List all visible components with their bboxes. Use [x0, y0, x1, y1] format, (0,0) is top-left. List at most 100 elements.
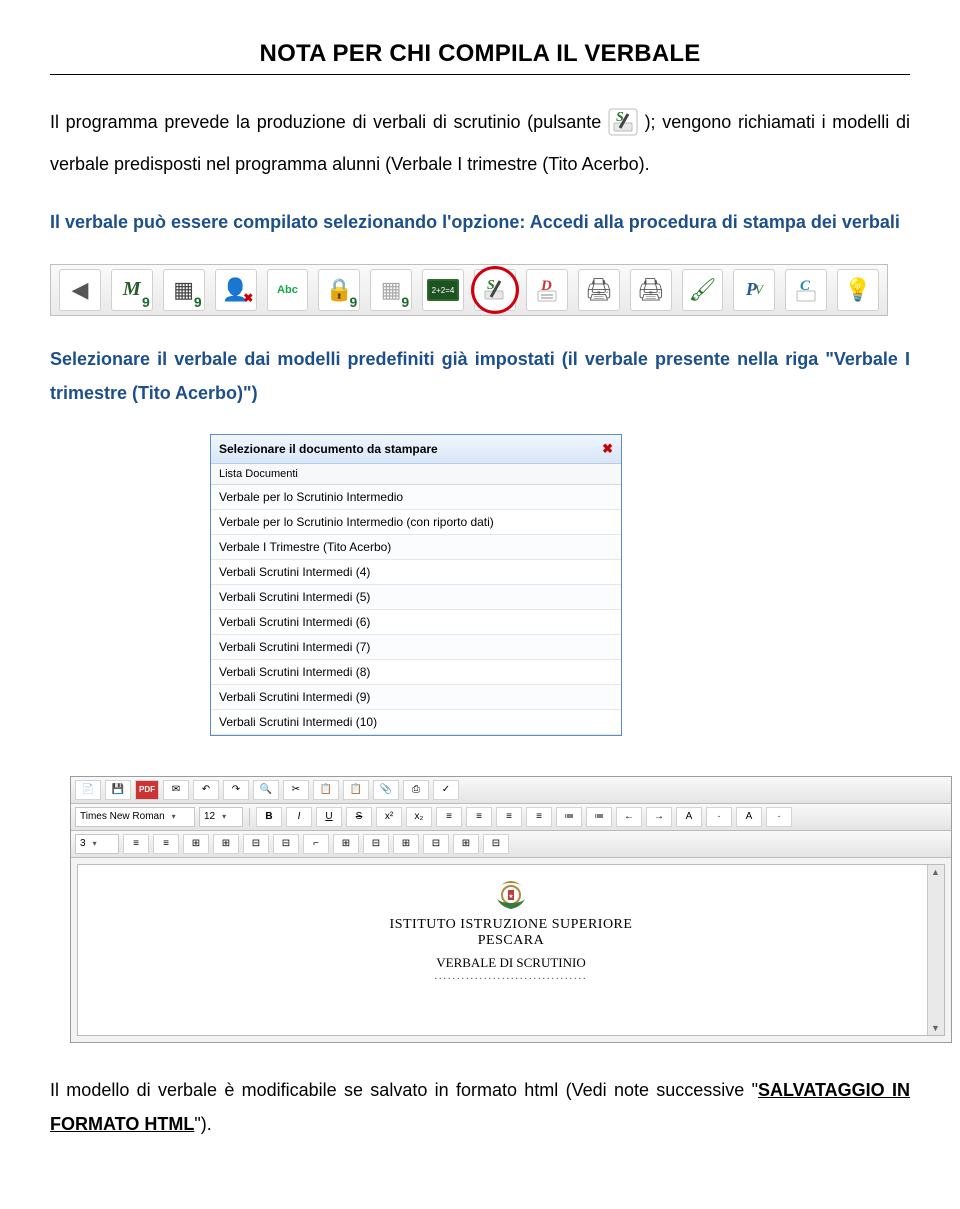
rte-button[interactable]: ⎙ — [403, 780, 429, 800]
rte-button[interactable]: ≔ — [586, 807, 612, 827]
rte-button[interactable]: 📋 — [313, 780, 339, 800]
print-icon[interactable]: 🖨 — [578, 269, 620, 311]
document-list-row[interactable]: Verbali Scrutini Intermedi (8) — [211, 660, 621, 685]
rte-button[interactable]: S — [346, 807, 372, 827]
para4-text-b: "). — [194, 1114, 211, 1134]
svg-text:2+2=4: 2+2=4 — [432, 286, 455, 295]
document-list-row[interactable]: Verbale per lo Scrutinio Intermedio — [211, 485, 621, 510]
rte-toolbar-row1: 📄💾PDF✉↶↷🔍✂📋📋📎⎙✓ — [71, 777, 951, 804]
document-list-row[interactable]: Verbale I Trimestre (Tito Acerbo) — [211, 535, 621, 560]
rte-button[interactable]: ⊞ — [333, 834, 359, 854]
doc-dots: .................................. — [78, 971, 944, 982]
rte-button[interactable]: 📎 — [373, 780, 399, 800]
rte-button[interactable]: 💾 — [105, 780, 131, 800]
rte-canvas[interactable]: ★ ISTITUTO ISTRUZIONE SUPERIORE PESCARA … — [77, 864, 945, 1036]
rte-button[interactable]: ≡ — [436, 807, 462, 827]
document-list-row[interactable]: Verbali Scrutini Intermedi (4) — [211, 560, 621, 585]
rte-button[interactable]: ↶ — [193, 780, 219, 800]
paragraph-2: Il verbale può essere compilato selezion… — [50, 205, 910, 239]
italy-emblem-icon: ★ — [491, 873, 531, 913]
rte-button[interactable]: ⊟ — [423, 834, 449, 854]
document-list-row[interactable]: Verbali Scrutini Intermedi (6) — [211, 610, 621, 635]
brush-icon[interactable]: 🖌 — [682, 269, 724, 311]
rte-button[interactable]: ≡ — [466, 807, 492, 827]
rte-button[interactable]: ⊞ — [453, 834, 479, 854]
user-remove-icon[interactable]: 👤✖ — [215, 269, 257, 311]
rte-button[interactable]: x₂ — [406, 807, 432, 827]
rte-button[interactable]: 📄 — [75, 780, 101, 800]
rte-button[interactable]: A — [676, 807, 702, 827]
rte-button[interactable]: ⊟ — [243, 834, 269, 854]
document-list-row[interactable]: Verbali Scrutini Intermedi (10) — [211, 710, 621, 735]
rte-button[interactable]: ≡ — [123, 834, 149, 854]
rte-button[interactable]: U — [316, 807, 342, 827]
badge-number: 9 — [194, 294, 202, 310]
rte-button[interactable]: ⊟ — [363, 834, 389, 854]
rte-button[interactable]: ↷ — [223, 780, 249, 800]
d-doc-icon[interactable]: D — [526, 269, 568, 311]
rte-toolbar-row2: Times New Roman12BIUSx²x₂≡≡≡≡≔≔←→A·A· — [71, 804, 951, 831]
board-icon[interactable]: 2+2=4 — [422, 269, 464, 311]
zoom-select[interactable]: 3 — [75, 834, 119, 854]
c-doc-icon[interactable]: C — [785, 269, 827, 311]
document-list-row[interactable]: Verbali Scrutini Intermedi (7) — [211, 635, 621, 660]
rich-text-editor: 📄💾PDF✉↶↷🔍✂📋📋📎⎙✓ Times New Roman12BIUSx²x… — [70, 776, 952, 1043]
grid2-icon[interactable]: ▦9 — [370, 269, 412, 311]
rte-button[interactable]: B — [256, 807, 282, 827]
pv-icon[interactable]: PV — [733, 269, 775, 311]
dialog-header: Selezionare il documento da stampare ✖ — [211, 435, 621, 464]
rte-button[interactable]: ⊟ — [273, 834, 299, 854]
rte-button[interactable]: ≡ — [496, 807, 522, 827]
close-icon[interactable]: ✖ — [602, 441, 613, 457]
rte-button[interactable]: ⊟ — [483, 834, 509, 854]
document-list-row[interactable]: Verbali Scrutini Intermedi (5) — [211, 585, 621, 610]
paragraph-1: Il programma prevede la produzione di ve… — [50, 105, 910, 181]
badge-number: 9 — [349, 294, 357, 310]
back-icon[interactable]: ◀ — [59, 269, 101, 311]
font-family-select[interactable]: Times New Roman — [75, 807, 195, 827]
grid-icon[interactable]: ▦9 — [163, 269, 205, 311]
rte-button[interactable]: ⌐ — [303, 834, 329, 854]
s-pen-icon[interactable]: S — [474, 269, 516, 311]
rte-button[interactable]: I — [286, 807, 312, 827]
m-icon[interactable]: M9 — [111, 269, 153, 311]
para1-text-a: Il programma prevede la produzione di ve… — [50, 112, 608, 132]
document-list-row[interactable]: Verbale per lo Scrutinio Intermedio (con… — [211, 510, 621, 535]
rte-button[interactable]: ← — [616, 807, 642, 827]
rte-button[interactable]: ⊞ — [213, 834, 239, 854]
rte-button[interactable]: PDF — [135, 780, 159, 800]
rte-button[interactable]: ≡ — [526, 807, 552, 827]
bulb-icon[interactable]: 💡 — [837, 269, 879, 311]
rte-button[interactable]: ⊞ — [393, 834, 419, 854]
font-size-select[interactable]: 12 — [199, 807, 243, 827]
document-list-row[interactable]: Verbali Scrutini Intermedi (9) — [211, 685, 621, 710]
rte-button[interactable]: 📋 — [343, 780, 369, 800]
print2-icon[interactable]: 🖨 — [630, 269, 672, 311]
rte-button[interactable]: ⊞ — [183, 834, 209, 854]
doc-heading-2: PESCARA — [78, 933, 944, 949]
rte-button[interactable]: A — [736, 807, 762, 827]
rte-document-preview: ★ ISTITUTO ISTRUZIONE SUPERIORE PESCARA … — [78, 865, 944, 982]
paragraph-3: Selezionare il verbale dai modelli prede… — [50, 342, 910, 410]
rte-button[interactable]: · — [706, 807, 732, 827]
abc-icon[interactable]: Abc — [267, 269, 309, 311]
rte-button[interactable]: ✓ — [433, 780, 459, 800]
rte-button[interactable]: · — [766, 807, 792, 827]
rte-button[interactable]: ✂ — [283, 780, 309, 800]
lock-icon[interactable]: 🔒9 — [318, 269, 360, 311]
rte-button[interactable]: 🔍 — [253, 780, 279, 800]
title-rule — [50, 74, 910, 75]
vertical-scrollbar[interactable] — [927, 865, 944, 1035]
badge-number: 9 — [401, 294, 409, 310]
rte-button[interactable]: x² — [376, 807, 402, 827]
rte-button[interactable]: ≔ — [556, 807, 582, 827]
rte-button[interactable]: ≡ — [153, 834, 179, 854]
page-title: NOTA PER CHI COMPILA IL VERBALE — [50, 40, 910, 68]
svg-text:★: ★ — [508, 893, 513, 900]
doc-heading-1: ISTITUTO ISTRUZIONE SUPERIORE — [78, 917, 944, 933]
svg-text:S: S — [487, 278, 495, 293]
rte-toolbar-row3: 3≡≡⊞⊞⊟⊟⌐⊞⊟⊞⊟⊞⊟ — [71, 831, 951, 858]
rte-button[interactable]: → — [646, 807, 672, 827]
rte-button[interactable]: ✉ — [163, 780, 189, 800]
doc-heading-3: VERBALE DI SCRUTINIO — [78, 955, 944, 971]
